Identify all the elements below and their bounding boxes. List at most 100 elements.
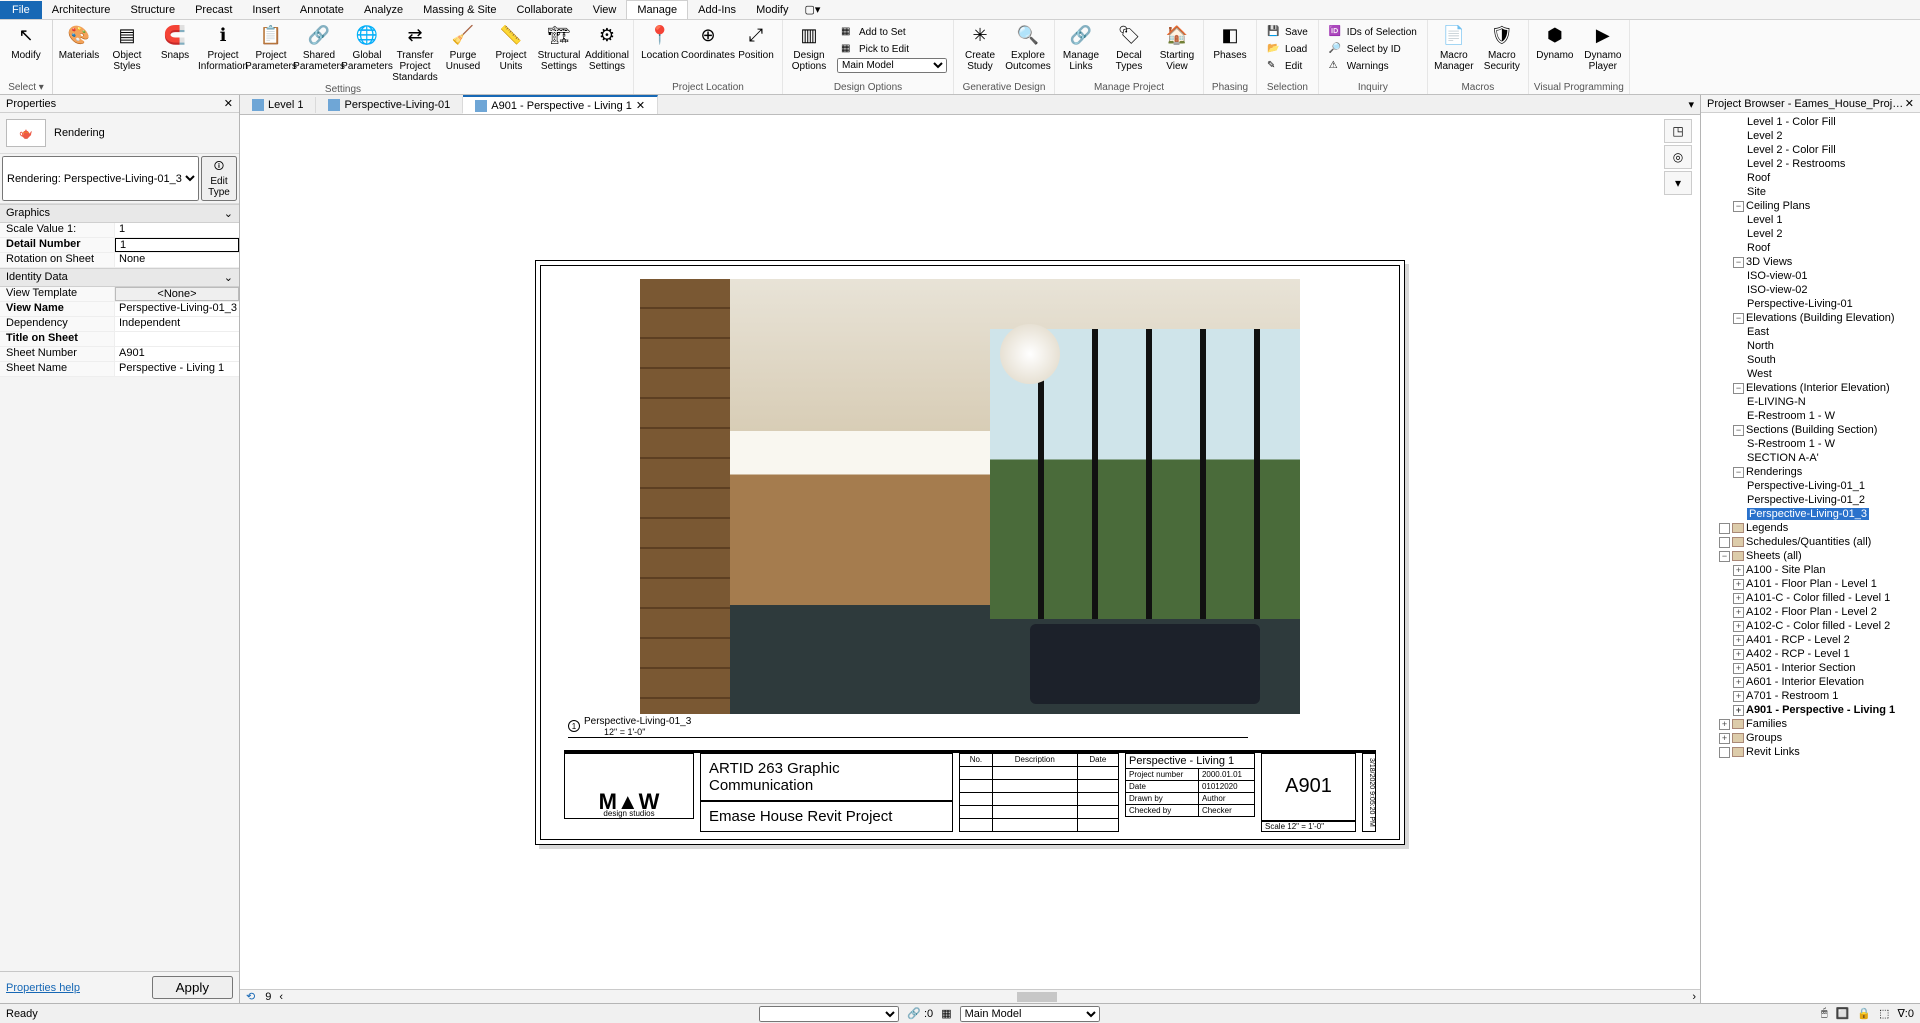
expand-icon[interactable]: +: [1719, 719, 1730, 730]
browser-node[interactable]: E-Restroom 1 - W: [1701, 409, 1920, 423]
file-tab[interactable]: File: [0, 1, 42, 19]
view-name-field[interactable]: Perspective-Living-01_3: [115, 302, 239, 316]
browser-node[interactable]: +A402 - RCP - Level 1: [1701, 647, 1920, 661]
browser-node[interactable]: +Families: [1701, 717, 1920, 731]
apply-button[interactable]: Apply: [152, 976, 233, 999]
add-to-set-button[interactable]: ▦Add to Set: [837, 24, 947, 41]
expand-icon[interactable]: +: [1719, 733, 1730, 744]
ribbon-tab-add-ins[interactable]: Add-Ins: [688, 1, 746, 19]
browser-node[interactable]: −Sheets (all): [1701, 549, 1920, 563]
browser-node[interactable]: Schedules/Quantities (all): [1701, 535, 1920, 549]
expand-icon[interactable]: +: [1733, 621, 1744, 632]
browser-node[interactable]: −Sections (Building Section): [1701, 423, 1920, 437]
additional-settings-button[interactable]: ⚙AdditionalSettings: [583, 22, 631, 72]
purge-unused-button[interactable]: 🧹PurgeUnused: [439, 22, 487, 72]
status-icon[interactable]: ▦: [941, 1007, 951, 1020]
browser-node[interactable]: +A100 - Site Plan: [1701, 563, 1920, 577]
expand-icon[interactable]: +: [1733, 677, 1744, 688]
ribbon-tab-insert[interactable]: Insert: [242, 1, 290, 19]
browser-node[interactable]: E-LIVING-N: [1701, 395, 1920, 409]
browser-node[interactable]: +A102 - Floor Plan - Level 2: [1701, 605, 1920, 619]
expand-icon[interactable]: +: [1733, 705, 1744, 716]
ribbon-tab-manage[interactable]: Manage: [626, 0, 688, 19]
browser-node[interactable]: Legends: [1701, 521, 1920, 535]
ribbon-tab-precast[interactable]: Precast: [185, 1, 242, 19]
drawing-canvas[interactable]: ◳ ◎ ▾ 1 Perspective-Living-01_3 12" = 1'…: [240, 115, 1700, 989]
filter-icon[interactable]: ∇:0: [1897, 1007, 1914, 1020]
main-model-combo[interactable]: Main Model: [960, 1006, 1100, 1022]
expand-icon[interactable]: +: [1733, 565, 1744, 576]
expand-icon[interactable]: [1719, 537, 1730, 548]
ribbon-tab-structure[interactable]: Structure: [120, 1, 185, 19]
expand-icon[interactable]: +: [1733, 649, 1744, 660]
expand-icon[interactable]: −: [1733, 257, 1744, 268]
type-name[interactable]: Rendering: [54, 127, 105, 139]
close-tab-icon[interactable]: ✕: [636, 99, 645, 112]
modify-button[interactable]: ↖Modify: [2, 22, 50, 61]
coordinates-button[interactable]: ⊕Coordinates: [684, 22, 732, 61]
view-tab[interactable]: A901 - Perspective - Living 1 ✕: [463, 95, 658, 114]
close-icon[interactable]: ✕: [224, 97, 233, 110]
expand-icon[interactable]: −: [1733, 201, 1744, 212]
create-study-button[interactable]: ✳CreateStudy: [956, 22, 1004, 72]
expand-icon[interactable]: −: [1733, 313, 1744, 324]
global-parameters-button[interactable]: 🌐GlobalParameters: [343, 22, 391, 72]
browser-node[interactable]: Level 1: [1701, 213, 1920, 227]
expand-icon[interactable]: −: [1733, 383, 1744, 394]
browser-node[interactable]: +A701 - Restroom 1: [1701, 689, 1920, 703]
browser-node[interactable]: −Ceiling Plans: [1701, 199, 1920, 213]
snaps-button[interactable]: 🧲Snaps: [151, 22, 199, 61]
dynamo-player-button[interactable]: ▶DynamoPlayer: [1579, 22, 1627, 72]
browser-node[interactable]: North: [1701, 339, 1920, 353]
ribbon-tab-analyze[interactable]: Analyze: [354, 1, 413, 19]
browser-node[interactable]: Revit Links: [1701, 745, 1920, 759]
selection-filter-icon[interactable]: 🔲: [1836, 1007, 1850, 1020]
horizontal-scrollbar[interactable]: ⟲ 9 ‹ ›: [240, 989, 1700, 1003]
load-selection-button[interactable]: 📂Load: [1263, 41, 1312, 58]
pick-to-edit-button[interactable]: ▦Pick to Edit: [837, 41, 947, 58]
expand-icon[interactable]: +: [1733, 593, 1744, 604]
design-options-button[interactable]: ▥Design Options: [785, 22, 833, 72]
expand-icon[interactable]: −: [1719, 551, 1730, 562]
browser-node[interactable]: −Renderings: [1701, 465, 1920, 479]
graphics-section[interactable]: Graphics: [6, 207, 50, 220]
browser-node[interactable]: Level 2: [1701, 129, 1920, 143]
browser-node[interactable]: ISO-view-02: [1701, 283, 1920, 297]
view-tab[interactable]: Perspective-Living-01: [316, 97, 463, 113]
close-icon[interactable]: ✕: [1905, 97, 1914, 110]
browser-node[interactable]: Site: [1701, 185, 1920, 199]
edit-type-button[interactable]: 🛈 Edit Type: [201, 156, 237, 201]
phases-button[interactable]: ◧Phases: [1206, 22, 1254, 61]
instance-selector[interactable]: Rendering: Perspective-Living-01_3: [2, 156, 199, 201]
browser-node[interactable]: West: [1701, 367, 1920, 381]
browser-node[interactable]: Roof: [1701, 241, 1920, 255]
ribbon-tab-massing-site[interactable]: Massing & Site: [413, 1, 506, 19]
sheet-view[interactable]: 1 Perspective-Living-01_3 12" = 1'-0" M▲…: [535, 260, 1405, 845]
browser-node[interactable]: SECTION A-A': [1701, 451, 1920, 465]
steering-wheel-icon[interactable]: ◎: [1664, 145, 1692, 169]
expand-icon[interactable]: [1719, 747, 1730, 758]
browser-node[interactable]: Perspective-Living-01: [1701, 297, 1920, 311]
identity-section[interactable]: Identity Data: [6, 271, 68, 284]
browser-node[interactable]: ISO-view-01: [1701, 269, 1920, 283]
expand-icon[interactable]: +: [1733, 579, 1744, 590]
expand-icon[interactable]: +: [1733, 663, 1744, 674]
browser-node[interactable]: +Groups: [1701, 731, 1920, 745]
expand-icon[interactable]: [1719, 523, 1730, 534]
expand-icon[interactable]: −: [1733, 425, 1744, 436]
select-by-id-button[interactable]: 🔎Select by ID: [1325, 41, 1421, 58]
browser-node[interactable]: −Elevations (Building Elevation): [1701, 311, 1920, 325]
macro-security-button[interactable]: 🛡MacroSecurity: [1478, 22, 1526, 72]
browser-node[interactable]: Level 2 - Restrooms: [1701, 157, 1920, 171]
browser-node[interactable]: +A601 - Interior Elevation: [1701, 675, 1920, 689]
scroll-right-icon[interactable]: ›: [1688, 991, 1700, 1003]
rotation-field[interactable]: None: [115, 253, 239, 267]
browser-node[interactable]: Roof: [1701, 171, 1920, 185]
worksharing-icon[interactable]: ⟲: [240, 990, 261, 1003]
browser-node[interactable]: +A501 - Interior Section: [1701, 661, 1920, 675]
warnings-button[interactable]: ⚠Warnings: [1325, 58, 1421, 75]
ribbon-tab-architecture[interactable]: Architecture: [42, 1, 121, 19]
ribbon-expand-icon[interactable]: ▢▾: [798, 3, 826, 16]
macro-manager-button[interactable]: 📄MacroManager: [1430, 22, 1478, 72]
browser-node[interactable]: Perspective-Living-01_1: [1701, 479, 1920, 493]
